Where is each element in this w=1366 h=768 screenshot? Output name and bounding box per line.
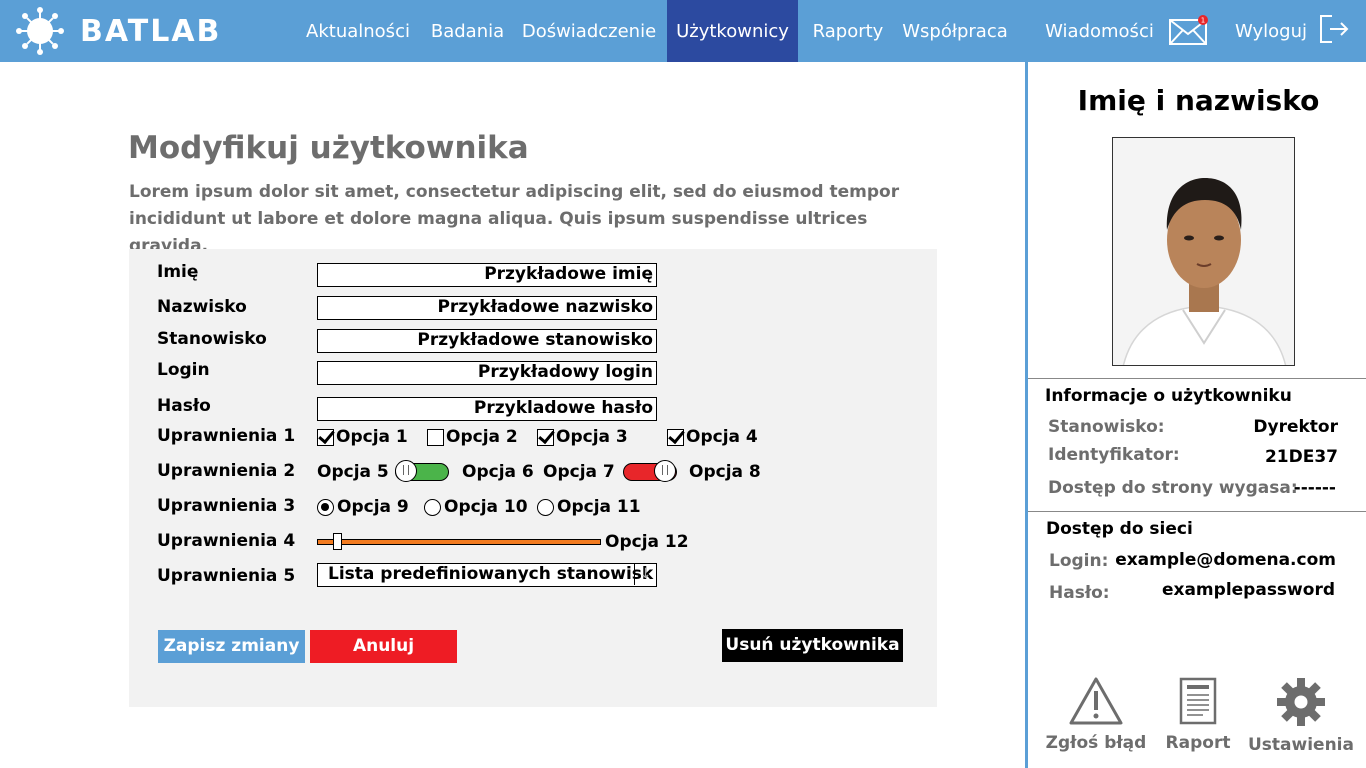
perm4-label: Uprawnienia 4 <box>157 531 296 551</box>
checkbox-unchecked-icon[interactable] <box>427 428 444 446</box>
toggle-option-7-8[interactable] <box>623 460 677 482</box>
logo[interactable]: BATLAB <box>14 6 221 56</box>
last-name-label: Nazwisko <box>157 297 247 317</box>
document-icon <box>1179 677 1217 725</box>
password-input[interactable]: Przykladowe hasło <box>317 397 657 421</box>
report-button[interactable]: Raport <box>1143 677 1253 753</box>
checkbox-checked-icon[interactable] <box>537 428 554 446</box>
option-2-checkbox[interactable]: Opcja 2 <box>427 427 518 447</box>
logo-text: BATLAB <box>80 13 222 49</box>
option-7-label: Opcja 7 <box>543 462 615 482</box>
option-2-label: Opcja 2 <box>446 427 518 447</box>
user-full-name: Imię i nazwisko <box>1077 84 1320 117</box>
slider-thumb[interactable] <box>333 533 342 550</box>
login-label: Login <box>157 360 210 380</box>
login-input[interactable]: Przykładowy login <box>317 361 657 385</box>
position-list-select[interactable]: Lista predefiniowanych stanowisk ↓ <box>317 563 657 587</box>
checkbox-checked-icon[interactable] <box>667 428 684 446</box>
warning-icon <box>1069 677 1123 725</box>
option-4-checkbox[interactable]: Opcja 4 <box>667 427 758 447</box>
top-navbar: BATLAB Aktualności Badania Doświadczenie… <box>0 0 1366 62</box>
settings-label: Ustawienia <box>1248 735 1354 755</box>
option-4-label: Opcja 4 <box>686 427 758 447</box>
nav-wspolpraca[interactable]: Współpraca <box>895 0 1015 62</box>
option-1-label: Opcja 1 <box>336 427 408 447</box>
option-12-slider-track[interactable] <box>317 539 601 545</box>
first-name-input[interactable]: Przykładowe imię <box>317 263 657 287</box>
select-value: Lista predefiniowanych stanowisk <box>328 564 654 584</box>
radio-unselected-icon[interactable] <box>424 498 441 516</box>
logout-icon[interactable] <box>1318 13 1350 49</box>
option-1-checkbox[interactable]: Opcja 1 <box>317 427 408 447</box>
option-3-label: Opcja 3 <box>556 427 628 447</box>
option-11-radio[interactable]: Opcja 11 <box>537 497 641 517</box>
perm1-label: Uprawnienia 1 <box>157 426 296 446</box>
toggle-knob-icon <box>395 460 417 482</box>
cancel-button[interactable]: Anuluj <box>310 630 457 663</box>
info-id-key: Identyfikator: <box>1048 445 1180 465</box>
perm5-label: Uprawnienia 5 <box>157 566 296 586</box>
network-login-key: Login: <box>1049 551 1109 571</box>
option-6-label: Opcja 6 <box>462 462 534 482</box>
radio-unselected-icon[interactable] <box>537 498 554 516</box>
password-label: Hasło <box>157 396 211 416</box>
user-info-heading: Informacje o użytkowniku <box>1045 386 1292 406</box>
nav-uzytkownicy[interactable]: Użytkownicy <box>667 0 798 62</box>
arrow-down-icon[interactable]: ↓ <box>634 564 656 585</box>
option-10-label: Opcja 10 <box>444 497 528 517</box>
network-heading: Dostęp do sieci <box>1046 519 1193 539</box>
info-expiry-value: ------ <box>1293 478 1336 498</box>
save-button[interactable]: Zapisz zmiany <box>158 630 305 663</box>
info-expiry-key: Dostęp do strony wygasa: <box>1048 478 1298 498</box>
option-9-radio[interactable]: Opcja 9 <box>317 497 409 517</box>
gear-icon <box>1277 678 1325 726</box>
settings-button[interactable]: Ustawienia <box>1246 677 1356 755</box>
first-name-label: Imię <box>157 262 199 282</box>
nav-badania[interactable]: Badania <box>422 0 513 62</box>
position-input[interactable]: Przykładowe stanowisko <box>317 329 657 353</box>
divider <box>1028 511 1366 512</box>
option-12-label: Opcja 12 <box>605 532 689 552</box>
perm2-label: Uprawnienia 2 <box>157 461 296 481</box>
option-10-radio[interactable]: Opcja 10 <box>424 497 528 517</box>
option-11-label: Opcja 11 <box>557 497 641 517</box>
perm3-label: Uprawnienia 3 <box>157 496 296 516</box>
option-5-label: Opcja 5 <box>317 462 389 482</box>
network-password-value: examplepassword <box>1161 580 1335 600</box>
nav-doswiadczenie[interactable]: Doświadczenie <box>515 0 663 62</box>
info-id-value: 21DE37 <box>1264 447 1338 467</box>
report-label: Raport <box>1165 733 1231 753</box>
mail-badge: 1 <box>1201 17 1205 25</box>
page-title: Modyfikuj użytkownika <box>128 130 529 166</box>
nav-raporty[interactable]: Raporty <box>803 0 893 62</box>
page-description: Lorem ipsum dolor sit amet, consectetur … <box>129 182 900 256</box>
radio-selected-icon[interactable] <box>317 498 334 516</box>
option-3-checkbox[interactable]: Opcja 3 <box>537 427 628 447</box>
divider <box>1028 378 1366 379</box>
virus-logo-icon <box>16 7 64 55</box>
nav-aktualnosci[interactable]: Aktualności <box>296 0 420 62</box>
report-bug-label: Zgłoś błąd <box>1045 733 1147 753</box>
last-name-input[interactable]: Przykładowe nazwisko <box>317 296 657 320</box>
toggle-knob-icon <box>654 460 676 482</box>
user-sidebar: Imię i nazwisko Informacje o użytkowniku… <box>1025 62 1366 768</box>
option-8-label: Opcja 8 <box>689 462 761 482</box>
info-position-value: Dyrektor <box>1253 417 1338 437</box>
network-login-value: example@domena.com <box>1115 550 1336 570</box>
toggle-option-5-6[interactable] <box>395 460 449 482</box>
checkbox-checked-icon[interactable] <box>317 428 334 446</box>
delete-user-button[interactable]: Usuń użytkownika <box>722 629 903 662</box>
option-9-label: Opcja 9 <box>337 497 409 517</box>
network-password-key: Hasło: <box>1049 583 1110 603</box>
info-position-key: Stanowisko: <box>1048 417 1165 437</box>
position-label: Stanowisko <box>157 329 267 349</box>
report-bug-button[interactable]: Zgłoś błąd <box>1041 677 1151 753</box>
user-photo <box>1112 137 1295 366</box>
nav-wiadomosci[interactable]: Wiadomości <box>1036 0 1163 62</box>
nav-wyloguj[interactable]: Wyloguj <box>1226 0 1316 62</box>
mail-icon[interactable]: 1 <box>1168 14 1210 50</box>
